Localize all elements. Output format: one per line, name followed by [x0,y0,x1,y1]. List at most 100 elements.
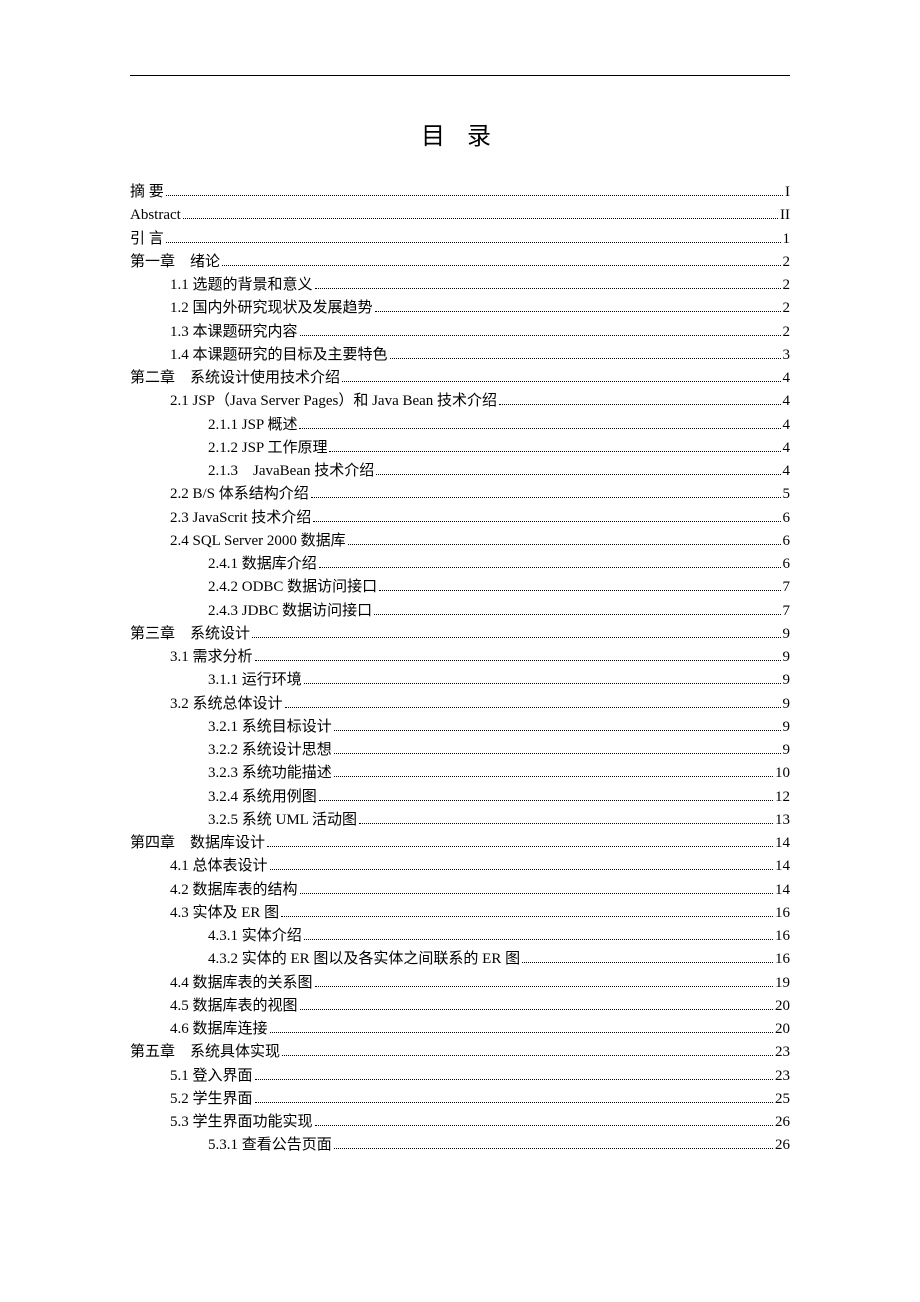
toc-entry-page: 2 [783,297,791,320]
toc-entry: 1.2 国内外研究现状及发展趋势2 [170,297,790,320]
toc-entry: 1.4 本课题研究的目标及主要特色 3 [170,344,790,367]
toc-entry-label: 第四章 数据库设计 [130,832,265,855]
toc-entry: 4.2 数据库表的结构 14 [170,879,790,902]
toc-entry: 5.1 登入界面23 [170,1065,790,1088]
toc-leader-dots [359,823,773,824]
toc-leader-dots [376,474,780,475]
toc-entry: 3.2.2 系统设计思想9 [208,739,790,762]
toc-entry: 4.6 数据库连接20 [170,1018,790,1041]
toc-entry-page: 9 [783,646,791,669]
toc-entry: 5.3 学生界面功能实现26 [170,1111,790,1134]
toc-entry: 4.3.2 实体的 ER 图以及各实体之间联系的 ER 图 16 [208,948,790,971]
toc-entry-label: 4.3.2 实体的 ER 图以及各实体之间联系的 ER 图 [208,948,520,971]
toc-entry-page: 20 [775,1018,790,1041]
toc-entry-label: 1.4 本课题研究的目标及主要特色 [170,344,388,367]
toc-entry-label: 2.1.1 JSP 概述 [208,414,297,437]
toc-entry: 3.1.1 运行环境9 [208,669,790,692]
toc-entry: 1.3 本课题研究内容2 [170,321,790,344]
toc-entry: 引 言 1 [130,228,790,251]
toc-entry-page: 13 [775,809,790,832]
toc-entry-page: 23 [775,1041,790,1064]
toc-entry-page: 6 [783,507,791,530]
toc-entry-page: 23 [775,1065,790,1088]
toc-list: 摘 要IAbstractII引 言1第一章 绪论21.1 选题的背景和意义21.… [130,181,790,1158]
toc-entry-label: 5.2 学生界面 [170,1088,253,1111]
toc-entry-page: 1 [783,228,791,251]
toc-entry-page: 3 [783,344,791,367]
toc-leader-dots [390,358,781,359]
toc-entry-page: 2 [783,321,791,344]
toc-leader-dots [255,1079,773,1080]
toc-entry: 3.2.3 系统功能描述10 [208,762,790,785]
toc-entry: 4.3 实体及 ER 图16 [170,902,790,925]
toc-leader-dots [304,683,781,684]
toc-leader-dots [270,869,773,870]
toc-entry-label: 5.3 学生界面功能实现 [170,1111,313,1134]
toc-leader-dots [255,660,781,661]
toc-entry-label: 摘 要 [130,181,164,204]
toc-leader-dots [342,381,780,382]
toc-entry-label: 2.3 JavaScrit 技术介绍 [170,507,311,530]
toc-entry-label: 4.2 数据库表的结构 [170,879,298,902]
toc-leader-dots [315,1125,773,1126]
toc-entry: AbstractII [130,204,790,227]
toc-leader-dots [319,567,781,568]
toc-entry-page: 9 [783,669,791,692]
toc-entry-label: 4.3.1 实体介绍 [208,925,302,948]
toc-leader-dots [315,986,773,987]
toc-leader-dots [282,1055,773,1056]
toc-leader-dots [313,521,780,522]
toc-entry: 3.2 系统总体设计9 [170,693,790,716]
toc-entry-label: 2.1 JSP（Java Server Pages）和 Java Bean 技术… [170,390,497,413]
toc-entry-label: 3.1 需求分析 [170,646,253,669]
toc-leader-dots [300,1009,773,1010]
toc-leader-dots [329,451,780,452]
toc-leader-dots [375,311,781,312]
toc-leader-dots [285,707,781,708]
toc-leader-dots [304,939,773,940]
toc-entry-label: 4.5 数据库表的视图 [170,995,298,1018]
toc-leader-dots [255,1102,773,1103]
toc-entry-page: I [785,181,790,204]
toc-leader-dots [334,776,773,777]
toc-leader-dots [522,962,773,963]
toc-leader-dots [300,893,773,894]
toc-leader-dots [334,730,781,731]
toc-entry: 2.4.1 数据库介绍6 [208,553,790,576]
toc-entry-label: 3.2.4 系统用例图 [208,786,317,809]
toc-entry-label: 2.1.3 JavaBean 技术介绍 [208,460,374,483]
toc-entry-label: 引 言 [130,228,164,251]
toc-title: 目 录 [130,116,790,151]
toc-entry-page: 9 [783,739,791,762]
toc-entry-page: 9 [783,693,791,716]
document-page: 目 录 摘 要IAbstractII引 言1第一章 绪论21.1 选题的背景和意… [0,0,920,1218]
toc-entry: 3.2.5 系统 UML 活动图13 [208,809,790,832]
toc-leader-dots [166,195,783,196]
toc-entry-page: 4 [783,367,791,390]
toc-entry-page: 14 [775,855,790,878]
toc-leader-dots [374,614,780,615]
toc-entry: 3.2.4 系统用例图12 [208,786,790,809]
toc-entry: 4.5 数据库表的视图20 [170,995,790,1018]
toc-entry-page: 16 [775,948,790,971]
toc-entry: 1.1 选题的背景和意义2 [170,274,790,297]
toc-leader-dots [348,544,781,545]
toc-entry-page: 2 [783,274,791,297]
toc-entry-label: 2.4.1 数据库介绍 [208,553,317,576]
toc-entry-label: 第五章 系统具体实现 [130,1041,280,1064]
toc-entry-label: 2.4.2 ODBC 数据访问接口 [208,576,377,599]
toc-leader-dots [252,637,780,638]
toc-entry: 2.4.2 ODBC 数据访问接口7 [208,576,790,599]
toc-entry-page: 14 [775,832,790,855]
toc-entry-page: 9 [783,623,791,646]
toc-entry-page: 19 [775,972,790,995]
toc-entry: 摘 要I [130,181,790,204]
toc-entry-label: 2.4 SQL Server 2000 数据库 [170,530,346,553]
toc-leader-dots [334,1148,773,1149]
toc-entry-page: 14 [775,879,790,902]
toc-entry: 第五章 系统具体实现 23 [130,1041,790,1064]
toc-entry-label: 4.3 实体及 ER 图 [170,902,279,925]
toc-entry: 5.3.1 查看公告页面26 [208,1134,790,1157]
toc-entry-page: 10 [775,762,790,785]
toc-entry: 2.4.3 JDBC 数据访问接口7 [208,600,790,623]
